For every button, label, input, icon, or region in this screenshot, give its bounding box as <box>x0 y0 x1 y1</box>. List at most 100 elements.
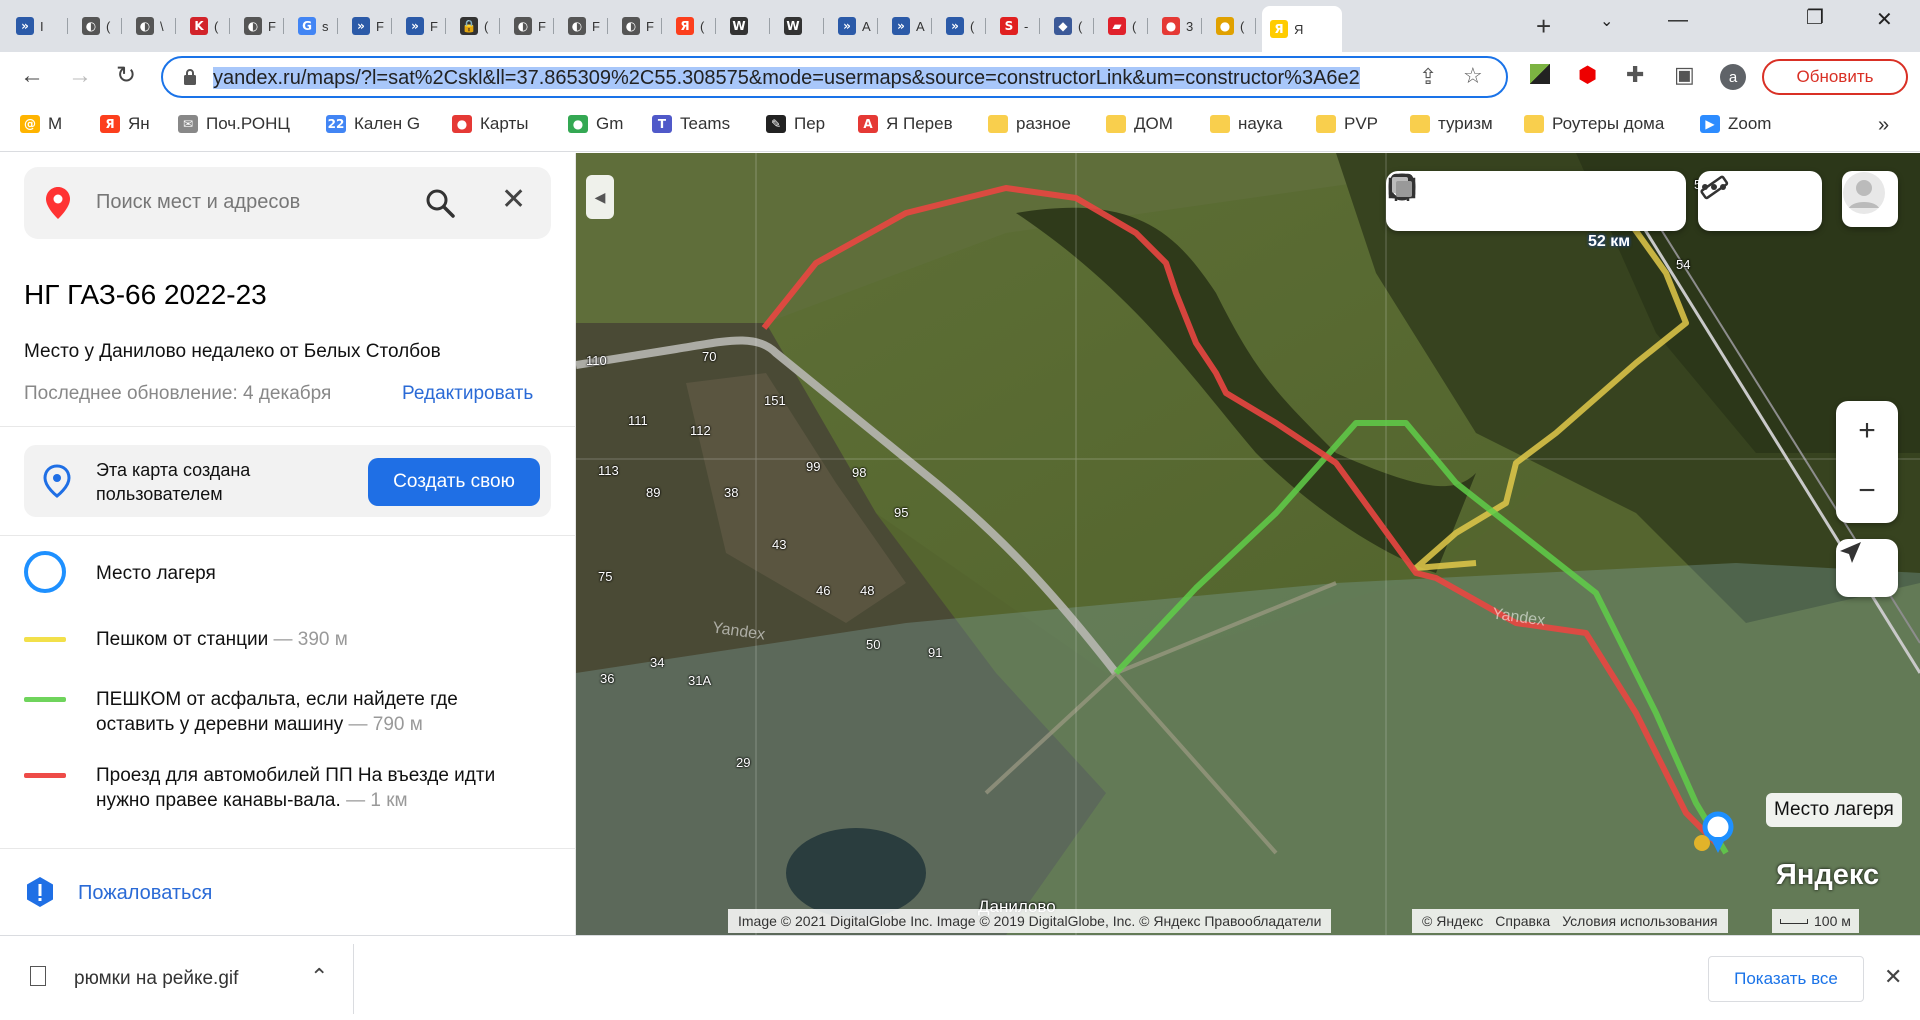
bookmark-item[interactable]: Роутеры дома <box>1524 114 1664 134</box>
browser-tab[interactable]: »( <box>938 8 986 44</box>
bookmark-item[interactable]: разное <box>988 114 1071 134</box>
browser-tab[interactable]: Я( <box>668 8 716 44</box>
bookmark-item[interactable]: T Teams <box>652 114 730 134</box>
bookmark-item[interactable]: ✎ Пер <box>766 114 825 134</box>
map-view[interactable]: Yandex Yandex 110 70 151 111 112 113 99 98 89 38 9… <box>576 153 1920 935</box>
scale-label: 100 м <box>1814 913 1851 929</box>
map-layers-icon[interactable] <box>1392 173 1686 229</box>
bookmark-item[interactable]: A Я Перев <box>858 114 953 134</box>
bookmark-item[interactable]: ● Gm <box>568 114 623 134</box>
tab-search-icon[interactable]: ⌄ <box>1600 12 1613 32</box>
browser-tab[interactable]: 🔒( <box>452 8 500 44</box>
bookmark-item[interactable]: ДОМ <box>1106 114 1173 134</box>
browser-tab[interactable]: » F <box>344 8 392 44</box>
browser-tab[interactable]: ◆( <box>1046 8 1094 44</box>
show-all-button[interactable]: Показать все <box>1708 956 1864 1002</box>
browser-tab[interactable]: ▰( <box>1100 8 1148 44</box>
edit-link[interactable]: Редактировать <box>402 383 533 405</box>
browser-tab[interactable]: ◐ F <box>560 8 608 44</box>
bookmark-item[interactable]: Я Ян <box>100 114 150 134</box>
browser-tab[interactable]: » A <box>884 8 932 44</box>
browser-tab[interactable]: » A <box>830 8 878 44</box>
extensions-icon[interactable]: ✚ <box>1626 64 1644 86</box>
building-number: 111 <box>628 413 648 428</box>
user-avatar-icon[interactable] <box>1842 171 1898 227</box>
browser-tab[interactable]: Gs <box>290 8 338 44</box>
panorama-icon[interactable] <box>1388 173 1506 229</box>
map-copyright[interactable]: Image © 2021 DigitalGlobe Inc. Image © 2… <box>728 909 1332 933</box>
bookmark-item[interactable]: туризм <box>1410 114 1493 134</box>
yandex-copyright-link[interactable]: © Яндекс <box>1422 913 1483 929</box>
extension-color-icon[interactable] <box>1530 64 1550 88</box>
bookmark-favicon-icon: T <box>652 115 672 133</box>
bookmark-label: Карты <box>480 114 529 133</box>
browser-tab[interactable]: » I <box>8 8 68 44</box>
collapse-sidebar-button[interactable]: ◀ <box>586 175 614 219</box>
back-button[interactable]: ← <box>20 62 44 90</box>
bookmark-item[interactable]: @ M <box>20 114 62 134</box>
bookmark-item[interactable]: ▶ Zoom <box>1700 114 1771 134</box>
profile-avatar[interactable]: a <box>1720 64 1746 90</box>
browser-tab[interactable]: K( <box>182 8 230 44</box>
legend-item[interactable]: Место лагеря <box>24 551 506 593</box>
side-panel-icon[interactable]: ▣ <box>1674 64 1695 86</box>
browser-tab[interactable]: » F <box>398 8 446 44</box>
bookmark-item[interactable]: ✉ Поч.РОНЦ <box>178 114 290 134</box>
minimize-icon[interactable]: — <box>1668 10 1688 30</box>
address-bar[interactable]: yandex.ru/maps/?l=sat%2Cskl&ll=37.865309… <box>161 56 1508 98</box>
legend-item[interactable]: Пешком от станции — 390 м <box>24 627 506 652</box>
close-icon[interactable]: ✕ <box>501 185 526 215</box>
search-input[interactable]: Поиск мест и адресов <box>96 191 300 214</box>
search-icon[interactable] <box>424 187 456 219</box>
legend-item[interactable]: ПЕШКОМ от асфальта, если найдете где ост… <box>24 687 506 737</box>
more-icon[interactable] <box>1702 173 1818 229</box>
complain-link[interactable]: Пожаловаться <box>24 876 212 910</box>
last-updated: Последнее обновление: 4 декабря <box>24 383 332 404</box>
share-icon[interactable]: ⇪ <box>1419 66 1437 88</box>
reload-button[interactable]: ↻ <box>116 62 136 90</box>
zoom-out-button[interactable]: − <box>1836 461 1898 521</box>
bookmark-label: ДОМ <box>1134 114 1173 133</box>
browser-tab[interactable]: W <box>722 8 770 44</box>
bookmark-item[interactable]: наука <box>1210 114 1282 134</box>
url-text[interactable]: yandex.ru/maps/?l=sat%2Cskl&ll=37.865309… <box>213 67 1360 89</box>
close-window-icon[interactable]: ✕ <box>1876 10 1893 30</box>
browser-tab[interactable]: ЯЯ <box>1262 6 1342 52</box>
browser-tab[interactable]: ● 3 <box>1154 8 1202 44</box>
more-bookmarks-icon[interactable]: » <box>1878 114 1889 137</box>
locate-me-button[interactable] <box>1836 539 1898 597</box>
legend-item[interactable]: Проезд для автомобилей ПП На въезде идти… <box>24 763 506 813</box>
browser-tab[interactable]: ◐ F <box>614 8 662 44</box>
camera-icon[interactable] <box>1388 173 1566 229</box>
download-filename[interactable]: рюмки на рейке.gif <box>74 968 238 990</box>
new-tab-button[interactable]: + <box>1536 13 1551 39</box>
browser-tab[interactable]: W <box>776 8 824 44</box>
adblock-icon[interactable]: ⬢ <box>1578 64 1597 86</box>
browser-tab[interactable]: S- <box>992 8 1040 44</box>
building-number: 50 <box>866 637 881 652</box>
update-button[interactable]: Обновить <box>1762 59 1908 95</box>
browser-tab[interactable]: ◐ F <box>506 8 554 44</box>
terms-link[interactable]: Условия использования <box>1562 913 1717 929</box>
create-map-button[interactable]: Создать свою <box>368 458 540 506</box>
transport-icon[interactable] <box>1390 173 1626 229</box>
zoom-in-button[interactable]: + <box>1836 401 1898 461</box>
bookmark-star-icon[interactable]: ☆ <box>1463 65 1483 87</box>
help-link[interactable]: Справка <box>1495 913 1550 929</box>
search-box[interactable]: Поиск мест и адресов ✕ <box>24 167 551 239</box>
browser-tab[interactable]: ◐ F <box>236 8 284 44</box>
bookmark-item[interactable]: 22 Кален G <box>326 114 420 134</box>
forward-button[interactable]: → <box>68 62 92 90</box>
close-icon[interactable]: ✕ <box>1884 964 1902 990</box>
tab-favicon-icon: ▰ <box>1108 17 1126 35</box>
bookmark-item[interactable]: PVP <box>1316 114 1378 134</box>
bookmark-item[interactable]: ● Карты <box>452 114 528 134</box>
browser-tab[interactable]: ◐( <box>74 8 122 44</box>
tools-toolbar <box>1698 171 1822 231</box>
camp-marker-label[interactable]: Место лагеря <box>1766 793 1902 827</box>
browser-tab[interactable]: ◐ \ <box>128 8 176 44</box>
tab-title: ( <box>106 18 111 34</box>
restore-icon[interactable]: ❐ <box>1806 8 1824 28</box>
browser-tab[interactable]: ●( <box>1208 8 1256 44</box>
chevron-up-icon[interactable]: ⌃ <box>310 964 328 990</box>
